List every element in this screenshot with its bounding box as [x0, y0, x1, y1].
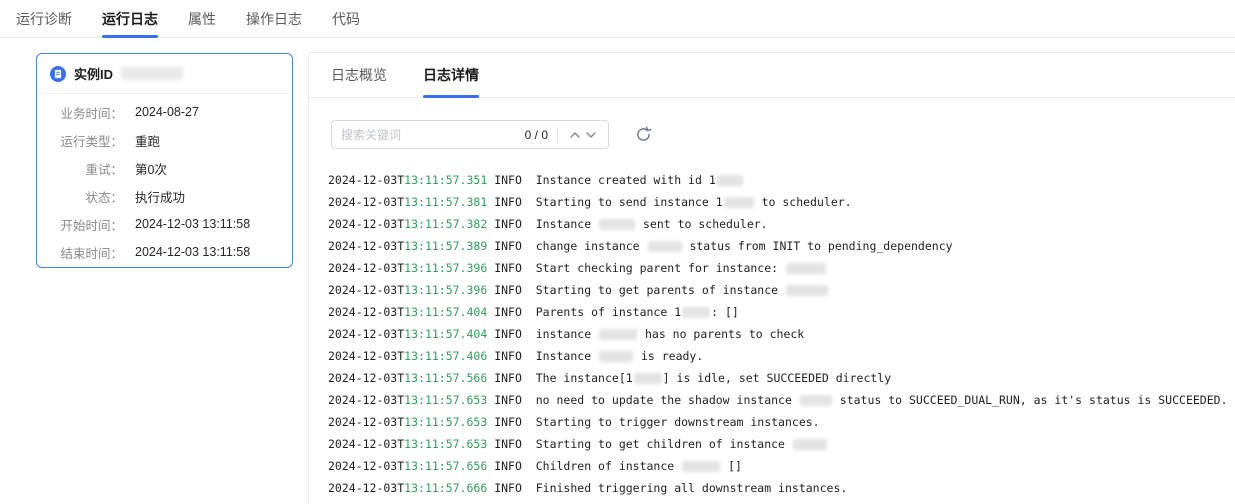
tab-运行诊断[interactable]: 运行诊断	[16, 0, 72, 37]
field-row: 状态： 执行成功	[37, 182, 292, 210]
field-row: 运行类型： 重跑	[37, 126, 292, 154]
search-match-counter: 0 / 0	[524, 127, 548, 142]
tab-运行日志[interactable]: 运行日志	[102, 0, 158, 38]
log-line: 2024-12-03T13:11:57.351 INFO Instance cr…	[328, 169, 1235, 191]
instance-card: 实例ID 业务时间： 2024-08-27 运行类型： 重跑 重试： 第0次 状态： 执行成功…	[36, 53, 293, 268]
log-tab-日志详情[interactable]: 日志详情	[423, 53, 479, 98]
refresh-icon[interactable]	[635, 126, 652, 143]
log-line: 2024-12-03T13:11:57.404 INFO instance ha…	[328, 327, 805, 341]
instance-card-header: 实例ID	[37, 54, 292, 94]
log-line: 2024-12-03T13:11:57.382 INFO Instance se…	[328, 217, 768, 231]
document-icon	[50, 65, 66, 82]
log-line: 2024-12-03T13:11:57.653 INFO Starting to…	[328, 415, 820, 429]
field-label: 重试：	[85, 162, 123, 177]
redacted-instance-id	[799, 395, 832, 406]
log-tab-日志概览[interactable]: 日志概览	[331, 53, 387, 97]
redacted-instance-id	[785, 285, 828, 296]
log-line: 2024-12-03T13:11:57.396 INFO Starting to…	[328, 279, 1235, 301]
instance-card-fields: 业务时间： 2024-08-27 运行类型： 重跑 重试： 第0次 状态： 执行成功 开始时间：…	[37, 94, 292, 266]
field-value: 重跑	[135, 134, 161, 149]
field-row: 开始时间： 2024-12-03 13:11:58	[37, 210, 292, 238]
log-line: 2024-12-03T13:11:57.396 INFO Start check…	[328, 257, 1235, 279]
chevron-up-icon[interactable]	[567, 127, 583, 143]
chevron-down-icon[interactable]	[583, 127, 599, 143]
redacted-instance-id	[599, 219, 636, 230]
redacted-instance-id	[723, 197, 754, 208]
field-row: 重试： 第0次	[37, 154, 292, 182]
redacted-instance-id	[599, 351, 634, 362]
redacted-instance-id	[599, 329, 638, 340]
log-line: 2024-12-03T13:11:57.404 INFO Parents of …	[328, 305, 739, 319]
redacted-instance-id	[716, 175, 743, 186]
log-toolbar: 0 / 0	[331, 120, 1235, 149]
instance-id-label: 实例ID	[74, 67, 114, 82]
tab-代码[interactable]: 代码	[332, 0, 360, 37]
log-line: 2024-12-03T13:11:57.666 INFO Finished tr…	[328, 481, 848, 495]
field-label: 开始时间：	[60, 218, 123, 233]
field-row: 业务时间： 2024-08-27	[37, 98, 292, 126]
search-divider	[557, 127, 558, 142]
field-label: 运行类型：	[60, 134, 123, 149]
tab-属性[interactable]: 属性	[188, 0, 216, 37]
search-input[interactable]	[341, 127, 525, 142]
redacted-instance-id	[682, 461, 721, 472]
field-value: 第0次	[135, 162, 167, 177]
log-line: 2024-12-03T13:11:57.406 INFO Instance is…	[328, 349, 704, 363]
field-label: 状态：	[85, 190, 123, 205]
field-row: 结束时间： 2024-12-03 13:11:58	[37, 238, 292, 266]
top-tab-bar: 运行诊断 运行日志 属性 操作日志 代码	[0, 0, 1235, 38]
log-line: 2024-12-03T13:11:57.653 INFO no need to …	[328, 393, 1228, 407]
log-output: 2024-12-03T13:11:57.351 INFO Instance cr…	[328, 169, 1235, 499]
log-tab-bar: 日志概览 日志详情	[309, 53, 1235, 98]
redacted-instance-id	[785, 263, 826, 274]
instance-id-redacted-value	[121, 67, 184, 80]
log-line: 2024-12-03T13:11:57.653 INFO Starting to…	[328, 433, 1235, 455]
redacted-instance-id	[647, 241, 682, 252]
field-label: 结束时间：	[60, 246, 123, 261]
field-value: 2024-12-03 13:11:58	[135, 245, 251, 259]
field-value: 2024-12-03 13:11:58	[135, 217, 251, 231]
redacted-instance-id	[792, 439, 827, 450]
log-search-box[interactable]: 0 / 0	[331, 120, 609, 149]
log-panel: 日志概览日志详情 0 / 0 2024-12-03T13:11:57.351 I…	[308, 52, 1235, 504]
field-label: 业务时间：	[60, 106, 123, 121]
field-value: 2024-08-27	[135, 105, 199, 119]
log-line: 2024-12-03T13:11:57.566 INFO The instanc…	[328, 371, 892, 385]
tab-操作日志[interactable]: 操作日志	[246, 0, 302, 37]
log-line: 2024-12-03T13:11:57.656 INFO Children of…	[328, 459, 742, 473]
field-value: 执行成功	[135, 190, 186, 205]
log-line: 2024-12-03T13:11:57.389 INFO change inst…	[328, 239, 953, 253]
redacted-instance-id	[682, 307, 711, 318]
redacted-instance-id	[633, 373, 662, 384]
log-line: 2024-12-03T13:11:57.381 INFO Starting to…	[328, 195, 852, 209]
